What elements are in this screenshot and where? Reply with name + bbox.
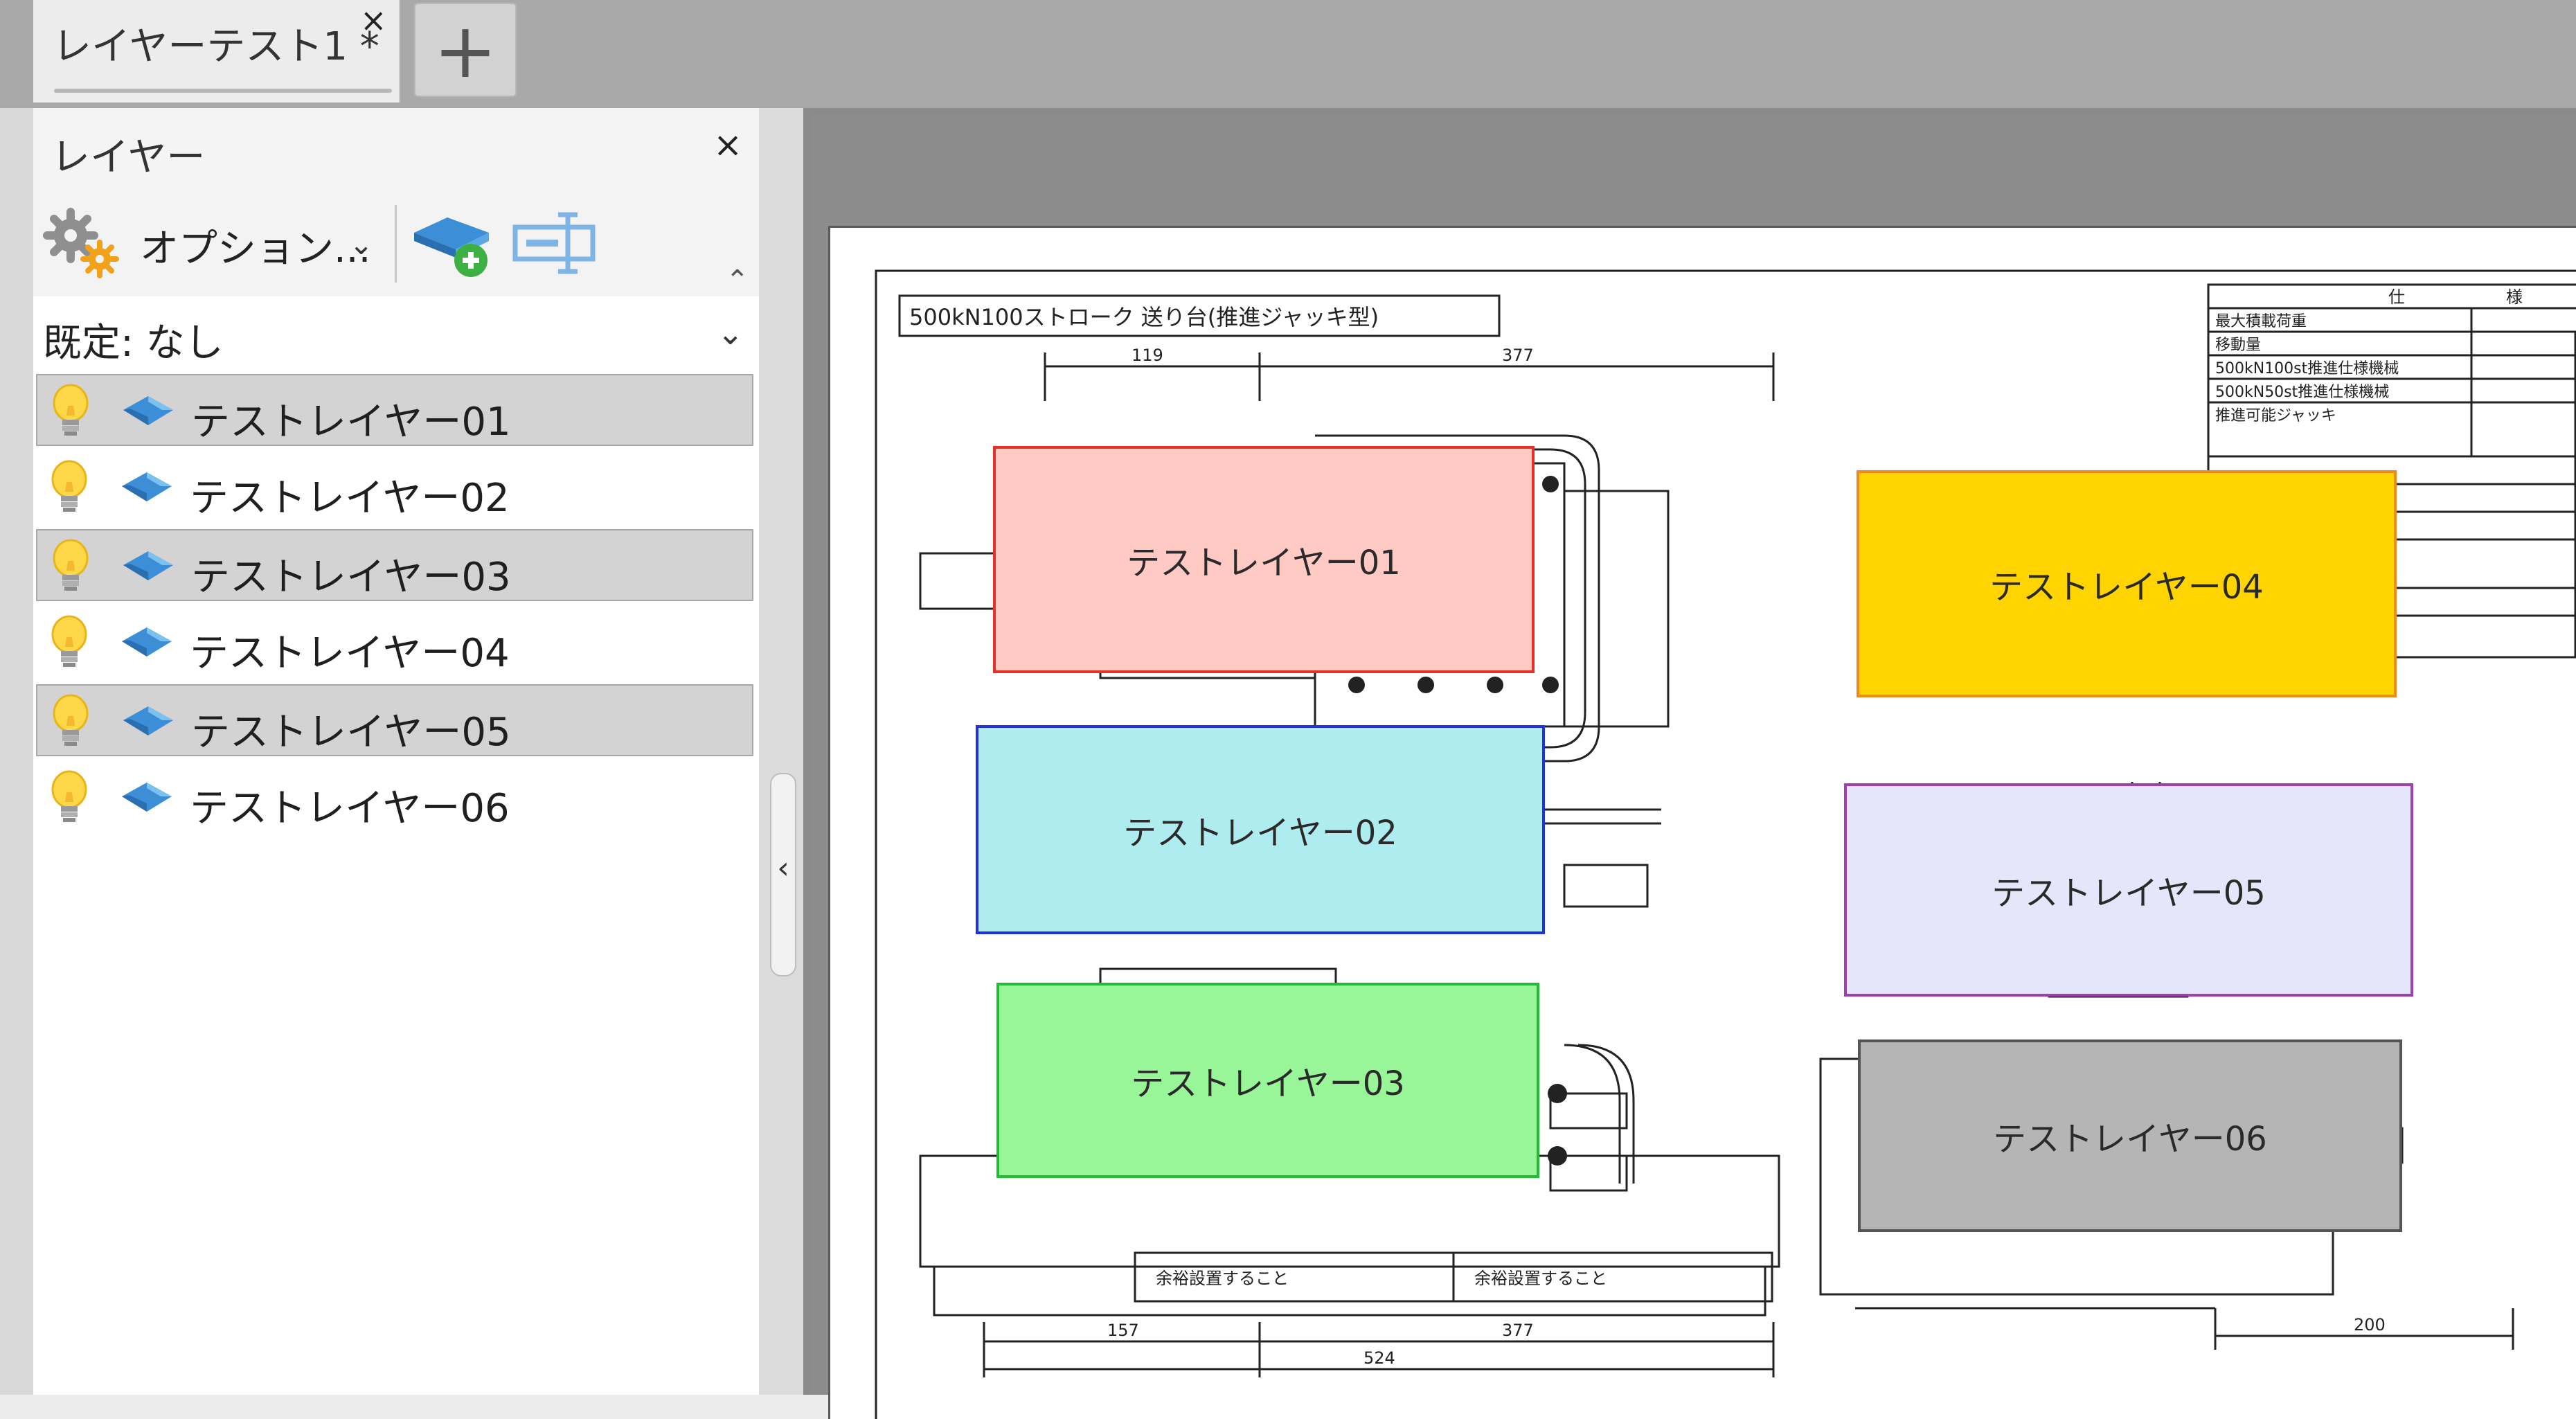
canvas-layer-label: テストレイヤー01	[1127, 544, 1401, 582]
document-tab-label: レイヤーテスト1 *	[53, 24, 379, 69]
canvas-layer-box[interactable]: テストレイヤー02	[976, 725, 1545, 934]
drawing-title: 500kN100ストローク 送り台(推進ジャッキ型)	[909, 304, 1379, 330]
dimension-label: 200	[2354, 1315, 2386, 1335]
layer-icon	[120, 547, 176, 584]
layer-panel: レイヤー × オプション... ⌄ ⌃ 既定: なし ⌄ テストレイヤー01 テ…	[33, 108, 759, 1395]
spec-row-label: 500kN50st推進仕様機械	[2215, 384, 2389, 401]
layer-row[interactable]: テストレイヤー04	[36, 607, 753, 679]
lightbulb-icon[interactable]	[50, 690, 91, 752]
canvas-background: 500kN100ストローク 送り台(推進ジャッキ型) 119 377 157 3…	[810, 115, 2576, 1419]
canvas-layer-box[interactable]: テストレイヤー04	[1857, 470, 2397, 697]
layer-row[interactable]: テストレイヤー05	[36, 684, 753, 756]
spec-header: 様	[2506, 287, 2523, 307]
lightbulb-icon[interactable]	[48, 456, 90, 518]
toolbar-divider	[395, 205, 397, 283]
layer-icon	[120, 392, 176, 429]
layer-name: テストレイヤー01	[191, 400, 511, 445]
gear-icon[interactable]	[42, 205, 125, 281]
canvas-layer-box[interactable]: テストレイヤー05	[1844, 783, 2413, 997]
plus-icon: +	[433, 6, 498, 95]
spec-row-label: 推進可能ジャッキ	[2215, 407, 2336, 425]
layer-row[interactable]: テストレイヤー01	[36, 374, 753, 446]
drawing-canvas[interactable]: 500kN100ストローク 送り台(推進ジャッキ型) 119 377 157 3…	[803, 108, 2576, 1419]
canvas-layer-box[interactable]: テストレイヤー03	[996, 983, 1539, 1178]
lightbulb-icon[interactable]	[50, 535, 91, 597]
collapse-toolbar-icon[interactable]: ⌃	[726, 265, 749, 296]
dimension-label: 524	[1363, 1348, 1395, 1368]
canvas-layer-box[interactable]: テストレイヤー01	[993, 446, 1535, 673]
spec-row-label: 最大積載荷重	[2215, 313, 2307, 330]
layer-row[interactable]: テストレイヤー03	[36, 529, 753, 601]
spec-row-label: 500kN100st推進仕様機械	[2215, 360, 2399, 377]
document-tab-bar: レイヤーテスト1 * × +	[0, 0, 2576, 108]
dimension-label: 377	[1502, 346, 1534, 365]
chevron-down-icon[interactable]: ⌄	[349, 227, 373, 261]
chevron-left-icon: ‹	[777, 850, 789, 886]
lightbulb-icon[interactable]	[48, 611, 90, 673]
layer-panel-header: レイヤー ×	[33, 108, 759, 191]
layer-name: テストレイヤー06	[190, 786, 510, 831]
canvas-layer-label: テストレイヤー05	[1992, 874, 2266, 913]
dimension-label: 157	[1107, 1321, 1139, 1340]
collapse-panel-handle[interactable]: ‹	[770, 773, 796, 976]
chevron-down-icon: ⌄	[717, 314, 744, 352]
spec-row-label: 移動量	[2215, 337, 2261, 354]
drawing-note: 余裕設置すること	[1156, 1269, 1289, 1288]
canvas-layer-label: テストレイヤー06	[1993, 1120, 2267, 1159]
layer-icon	[119, 623, 175, 661]
close-panel-icon[interactable]: ×	[713, 125, 742, 165]
layer-icon	[120, 702, 176, 740]
drawing-note: 余裕設置すること	[1474, 1269, 1607, 1288]
layer-row[interactable]: テストレイヤー02	[36, 452, 753, 524]
active-tab-indicator	[54, 89, 392, 93]
layer-panel-title: レイヤー	[51, 135, 206, 180]
layer-row[interactable]: テストレイヤー06	[36, 762, 753, 834]
canvas-layer-label: テストレイヤー04	[1989, 568, 2264, 607]
close-tab-icon[interactable]: ×	[360, 4, 387, 36]
panel-splitter[interactable]: ‹	[759, 108, 803, 1395]
rename-layer-icon[interactable]	[511, 205, 601, 281]
lightbulb-icon[interactable]	[50, 380, 91, 442]
add-layer-icon[interactable]	[407, 205, 497, 281]
canvas-layer-label: テストレイヤー03	[1131, 1064, 1405, 1103]
layer-icon	[119, 778, 175, 816]
lightbulb-icon[interactable]	[48, 766, 90, 828]
layer-name: テストレイヤー05	[191, 710, 511, 755]
document-tab[interactable]: レイヤーテスト1 *	[33, 0, 400, 102]
layer-name: テストレイヤー04	[190, 631, 510, 676]
default-layer-label: 既定: なし	[43, 321, 224, 366]
layer-name: テストレイヤー03	[191, 555, 511, 600]
canvas-layer-box[interactable]: テストレイヤー06	[1858, 1039, 2402, 1232]
spec-header: 仕	[2388, 287, 2405, 307]
left-edge-strip	[0, 108, 33, 1395]
default-layer-dropdown[interactable]: 既定: なし ⌄	[33, 296, 759, 374]
new-tab-button[interactable]: +	[414, 3, 517, 97]
drawing-sheet[interactable]: 500kN100ストローク 送り台(推進ジャッキ型) 119 377 157 3…	[828, 226, 2576, 1419]
layer-panel-toolbar: オプション... ⌄ ⌃	[33, 191, 759, 296]
dimension-label: 119	[1132, 346, 1163, 365]
canvas-layer-label: テストレイヤー02	[1123, 814, 1397, 853]
layer-name: テストレイヤー02	[190, 476, 510, 521]
layer-icon	[119, 468, 175, 506]
dimension-label: 377	[1502, 1321, 1534, 1340]
options-dropdown[interactable]: オプション...	[140, 217, 370, 274]
